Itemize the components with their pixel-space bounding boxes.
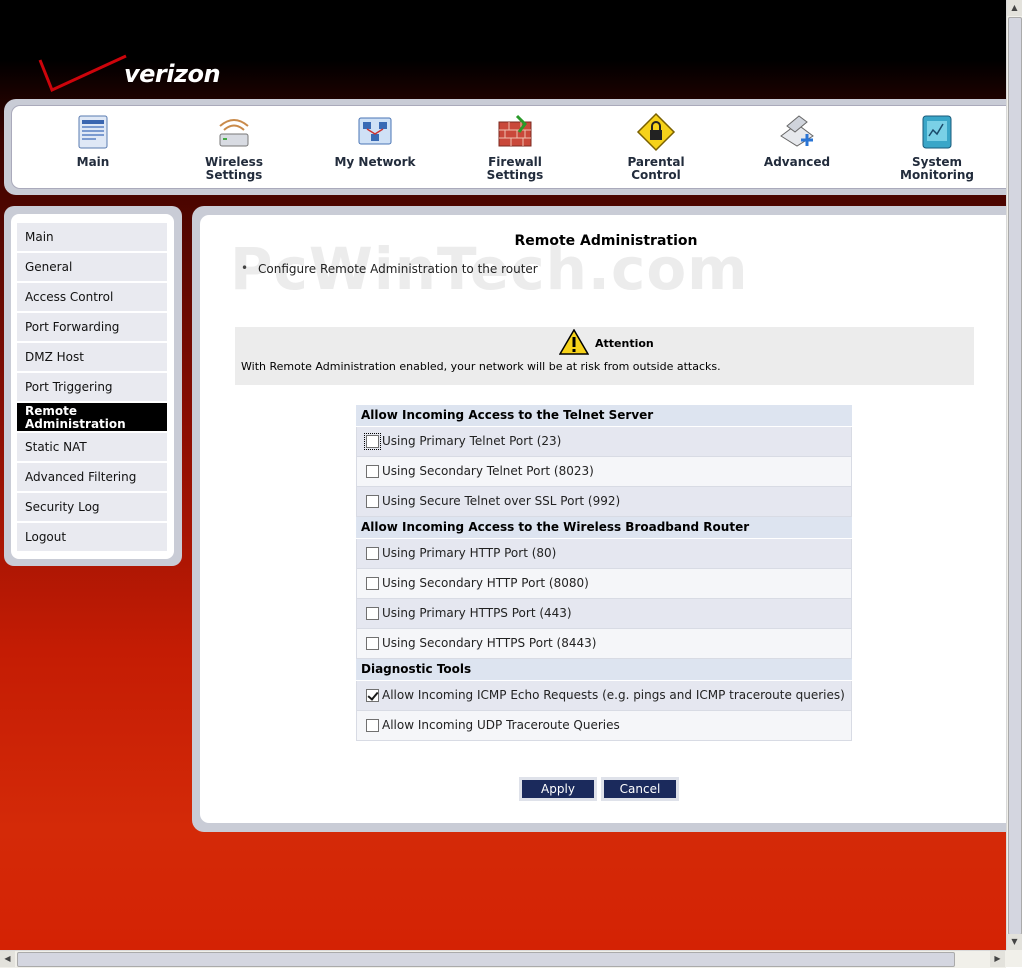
nav-wireless-settings[interactable]: Wireless Settings	[179, 112, 289, 182]
nav-firewall-settings-label: Firewall Settings	[486, 155, 544, 182]
vertical-scroll-thumb[interactable]	[1008, 17, 1022, 935]
sidebar-item-main[interactable]: Main	[17, 223, 167, 252]
warning-icon	[559, 329, 589, 355]
brand-name: verizon	[124, 60, 221, 88]
router-page: verizon Main Wireless Settings My Networ…	[0, 0, 1006, 950]
option-row: Using Secure Telnet over SSL Port (992)	[356, 487, 852, 517]
section-header-telnet: Allow Incoming Access to the Telnet Serv…	[356, 405, 852, 427]
sidebar-item-port-forwarding[interactable]: Port Forwarding	[17, 313, 167, 342]
primary-http-checkbox[interactable]	[366, 547, 379, 560]
remote-admin-options: Allow Incoming Access to the Telnet Serv…	[356, 405, 852, 741]
icmp-echo-checkbox[interactable]	[366, 689, 379, 702]
page-title: Remote Administration	[514, 233, 698, 249]
verizon-logo: verizon	[38, 52, 228, 96]
option-row: Using Secondary HTTP Port (8080)	[356, 569, 852, 599]
vertical-scrollbar[interactable]: ▲ ▼	[1006, 0, 1022, 950]
sidebar-item-remote-administration[interactable]: Remote Administration	[17, 403, 167, 432]
advanced-icon	[780, 115, 814, 147]
nav-system-monitoring[interactable]: System Monitoring	[882, 112, 992, 182]
option-row: Using Primary HTTPS Port (443)	[356, 599, 852, 629]
section-header-router: Allow Incoming Access to the Wireless Br…	[356, 517, 852, 539]
secondary-https-checkbox[interactable]	[366, 637, 379, 650]
option-label: Using Primary Telnet Port (23)	[382, 434, 562, 448]
option-row: Allow Incoming ICMP Echo Requests (e.g. …	[356, 681, 852, 711]
option-label: Allow Incoming ICMP Echo Requests (e.g. …	[382, 688, 845, 702]
cancel-button[interactable]: Cancel	[601, 777, 679, 801]
sidebar-item-security-log[interactable]: Security Log	[17, 493, 167, 522]
scroll-down-icon[interactable]: ▼	[1007, 934, 1022, 950]
sidebar-item-advanced-filtering[interactable]: Advanced Filtering	[17, 463, 167, 492]
nav-wireless-settings-label: Wireless Settings	[205, 155, 263, 182]
nav-advanced-label: Advanced	[763, 155, 831, 169]
nav-advanced[interactable]: Advanced	[742, 112, 852, 169]
intro-text: Configure Remote Administration to the r…	[241, 261, 538, 276]
nav-main[interactable]: Main	[38, 112, 148, 169]
content-panel: PcWinTech.com Remote Administration Conf…	[192, 206, 1006, 832]
my-network-icon	[358, 117, 392, 145]
option-label: Using Secure Telnet over SSL Port (992)	[382, 494, 621, 508]
secondary-http-checkbox[interactable]	[366, 577, 379, 590]
option-label: Using Secondary Telnet Port (8023)	[382, 464, 594, 478]
option-row: Allow Incoming UDP Traceroute Queries	[356, 711, 852, 741]
sidebar-item-port-triggering[interactable]: Port Triggering	[17, 373, 167, 402]
sidebar-item-logout[interactable]: Logout	[17, 523, 167, 552]
option-label: Using Primary HTTP Port (80)	[382, 546, 557, 560]
nav-my-network[interactable]: My Network	[320, 112, 430, 169]
scroll-left-icon[interactable]: ◀	[0, 951, 15, 967]
nav-firewall-settings[interactable]: Firewall Settings	[460, 112, 570, 182]
nav-parental-control-label: Parental Control	[627, 155, 685, 182]
firewall-settings-icon	[498, 114, 532, 147]
horizontal-scroll-thumb[interactable]	[17, 952, 955, 967]
sidebar-item-access-control[interactable]: Access Control	[17, 283, 167, 312]
primary-https-checkbox[interactable]	[366, 607, 379, 620]
nav-parental-control[interactable]: Parental Control	[601, 112, 711, 182]
primary-telnet-checkbox[interactable]	[364, 433, 381, 450]
horizontal-scrollbar[interactable]: ◀ ▶	[0, 950, 1006, 968]
scrollbar-corner	[1006, 950, 1022, 967]
parental-control-icon	[636, 112, 676, 152]
section-header-diagnostic: Diagnostic Tools	[356, 659, 852, 681]
secondary-telnet-checkbox[interactable]	[366, 465, 379, 478]
wireless-settings-icon	[219, 119, 249, 147]
secure-telnet-ssl-checkbox[interactable]	[366, 495, 379, 508]
sidebar-item-dmz-host[interactable]: DMZ Host	[17, 343, 167, 372]
sidebar-item-general[interactable]: General	[17, 253, 167, 282]
nav-my-network-label: My Network	[334, 155, 416, 169]
option-row: Using Secondary HTTPS Port (8443)	[356, 629, 852, 659]
option-label: Using Secondary HTTPS Port (8443)	[382, 636, 597, 650]
option-label: Allow Incoming UDP Traceroute Queries	[382, 718, 620, 732]
option-row: Using Primary HTTP Port (80)	[356, 539, 852, 569]
scroll-right-icon[interactable]: ▶	[990, 951, 1005, 967]
system-monitoring-icon	[922, 115, 952, 149]
sidebar-item-static-nat[interactable]: Static NAT	[17, 433, 167, 462]
sidebar-item-label: Remote Administration	[25, 404, 126, 431]
nav-main-label: Main	[76, 155, 110, 169]
main-icon	[78, 115, 108, 149]
attention-box: Attention With Remote Administration ena…	[235, 327, 974, 385]
option-label: Using Primary HTTPS Port (443)	[382, 606, 572, 620]
nav-system-monitoring-label: System Monitoring	[900, 155, 974, 182]
option-row: Using Secondary Telnet Port (8023)	[356, 457, 852, 487]
top-navigation: Main Wireless Settings My Network Firewa…	[4, 99, 1006, 195]
udp-traceroute-checkbox[interactable]	[366, 719, 379, 732]
attention-title: Attention	[595, 337, 654, 350]
attention-message: With Remote Administration enabled, your…	[241, 360, 721, 373]
option-row: Using Primary Telnet Port (23)	[356, 427, 852, 457]
sidebar: Main General Access Control Port Forward…	[4, 206, 182, 566]
apply-button[interactable]: Apply	[519, 777, 597, 801]
option-label: Using Secondary HTTP Port (8080)	[382, 576, 589, 590]
scroll-up-icon[interactable]: ▲	[1007, 0, 1022, 16]
